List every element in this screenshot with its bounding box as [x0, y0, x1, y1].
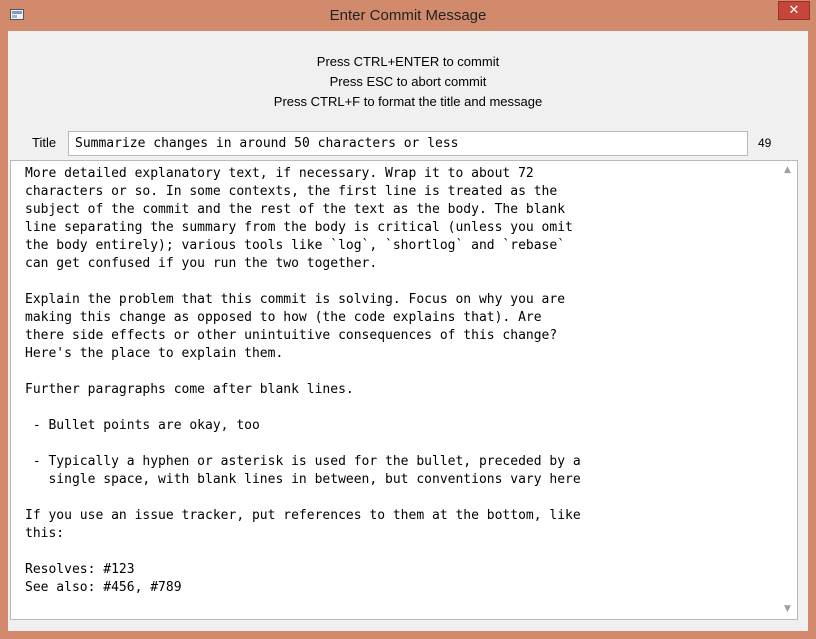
- vertical-scrollbar[interactable]: ▲ ▼: [779, 162, 796, 618]
- window-title: Enter Commit Message: [329, 7, 487, 24]
- close-button[interactable]: ✕: [778, 1, 810, 20]
- title-input[interactable]: [68, 131, 748, 156]
- title-char-count: 49: [758, 136, 772, 150]
- hint-abort: Press ESC to abort commit: [329, 74, 487, 89]
- dialog-body: Press CTRL+ENTER to commit Press ESC to …: [8, 31, 808, 631]
- hint-block: Press CTRL+ENTER to commit Press ESC to …: [8, 52, 808, 112]
- commit-message-text[interactable]: More detailed explanatory text, if neces…: [25, 165, 581, 597]
- hint-format: Press CTRL+F to format the title and mes…: [273, 94, 543, 109]
- title-bar[interactable]: Enter Commit Message ✕: [0, 0, 816, 31]
- scroll-up-arrow-icon[interactable]: ▲: [779, 162, 796, 179]
- commit-message-textarea[interactable]: More detailed explanatory text, if neces…: [10, 160, 798, 620]
- hint-commit: Press CTRL+ENTER to commit: [316, 54, 500, 69]
- commit-message-window: Enter Commit Message ✕ Press CTRL+ENTER …: [0, 0, 816, 639]
- scroll-down-arrow-icon[interactable]: ▼: [779, 601, 796, 618]
- title-label: Title: [32, 135, 57, 150]
